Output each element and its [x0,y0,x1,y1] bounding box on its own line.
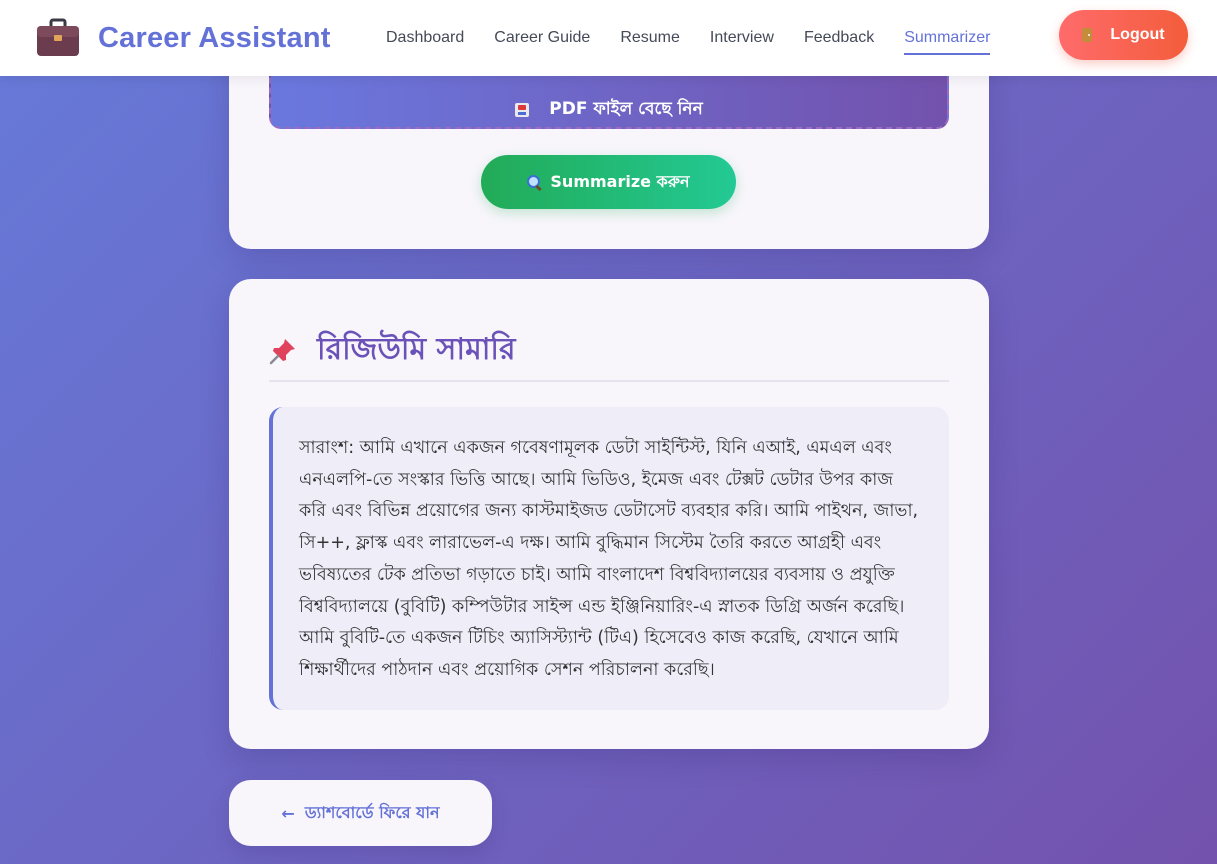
logout-button[interactable]: Logout [1059,10,1188,60]
nav-item-feedback[interactable]: Feedback [804,23,874,53]
brand-title: Career Assistant [98,21,331,54]
summarize-label: Summarize করুন [550,171,690,191]
pushpin-icon [269,337,297,365]
back-to-dashboard-button[interactable]: ← ড্যাশবোর্ডে ফিরে যান [229,780,492,846]
file-chooser-label: PDF ফাইল বেছে নিন [549,98,703,119]
briefcase-icon [36,18,80,58]
arrow-left-icon: ← [281,803,295,823]
summary-card: রিজিউমি সামারি সারাংশ: আমি এখানে একজন গব… [229,279,989,749]
divider [269,380,949,382]
inbox-tray-icon [515,102,530,117]
logout-label: Logout [1110,26,1165,43]
magnifier-icon [527,174,542,190]
summarize-button[interactable]: Summarize করুন [481,155,736,209]
navbar: Career Assistant Dashboard Career Guide … [0,0,1217,76]
summary-text: সারাংশ: আমি এখানে একজন গবেষণামূলক ডেটা স… [299,438,919,680]
nav-item-resume[interactable]: Resume [620,23,680,53]
nav-item-dashboard[interactable]: Dashboard [386,23,464,53]
nav-item-career-guide[interactable]: Career Guide [494,23,590,53]
nav-links: Dashboard Career Guide Resume Interview … [386,0,1020,76]
nav-item-summarizer[interactable]: Summarizer [904,23,991,55]
summary-box: সারাংশ: আমি এখানে একজন গবেষণামূলক ডেটা স… [269,407,949,710]
nav-item-interview[interactable]: Interview [710,23,774,53]
summary-title: রিজিউমি সামারি [317,332,516,367]
brand[interactable]: Career Assistant [36,18,331,58]
door-icon [1082,28,1093,42]
back-label: ড্যাশবোর্ডে ফিরে যান [304,802,440,822]
summary-header: রিজিউমি সামারি [269,325,516,376]
